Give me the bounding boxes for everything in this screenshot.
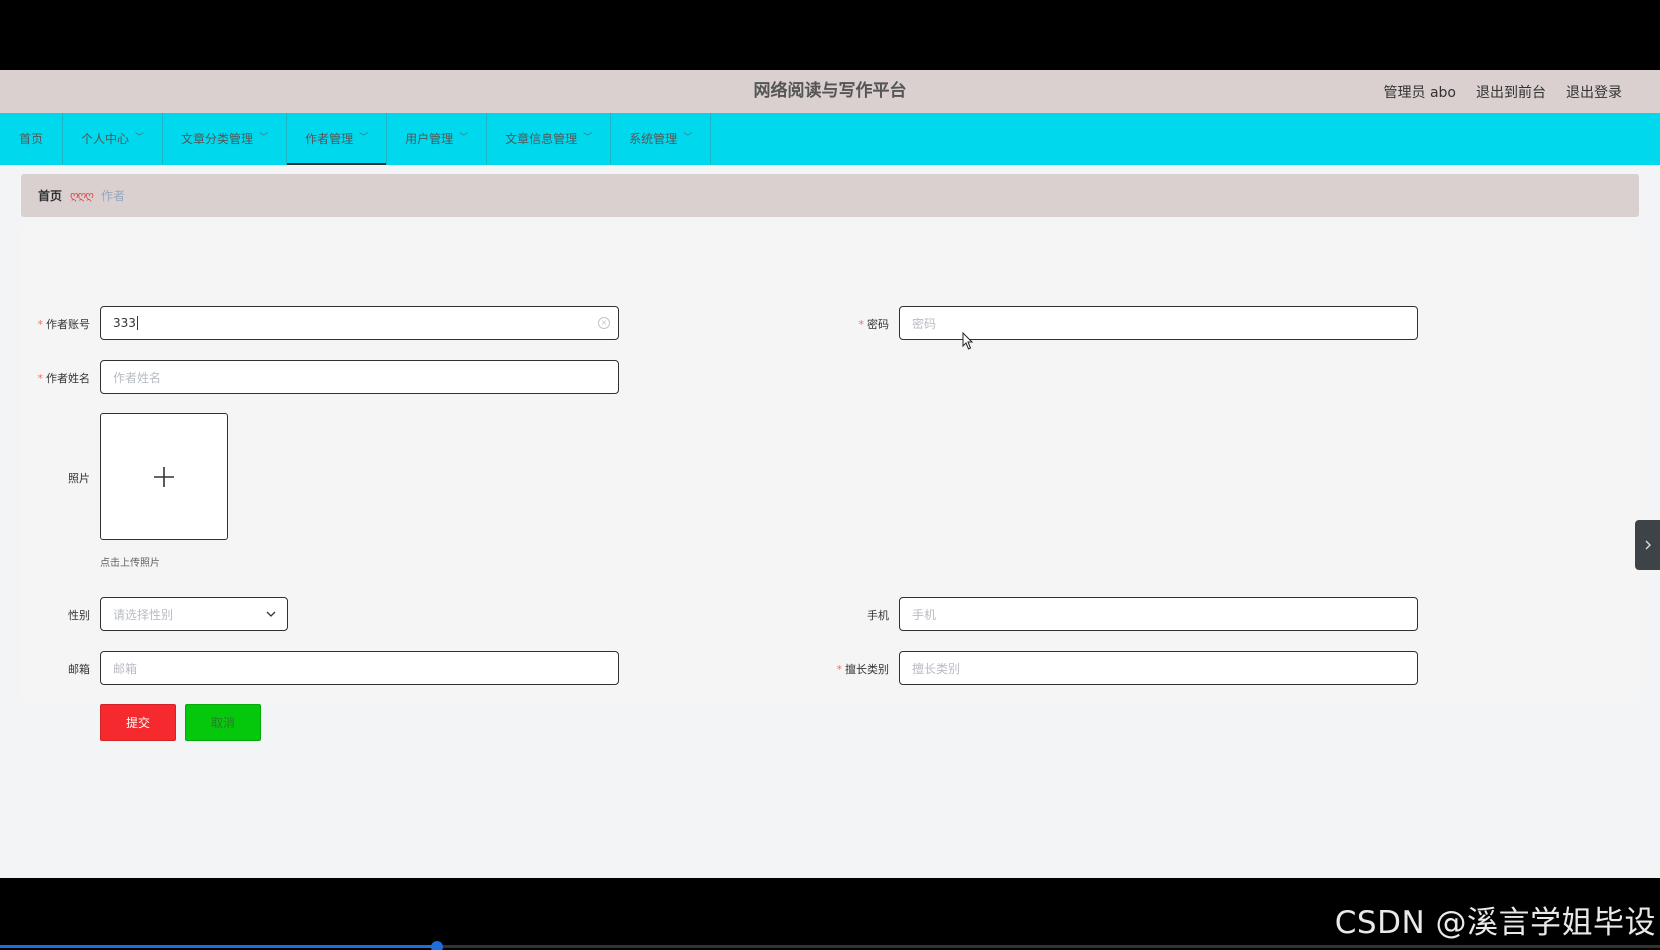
- gender-placeholder: 请选择性别: [113, 607, 174, 622]
- nav-item-label: 用户管理: [405, 132, 454, 146]
- nav-item-system-management[interactable]: 系统管理 ﹀: [611, 113, 712, 165]
- submit-button[interactable]: 提交: [100, 704, 176, 741]
- video-progress-knob[interactable]: [431, 941, 443, 950]
- nav-item-personal-center[interactable]: 个人中心 ﹀: [63, 113, 164, 165]
- csdn-watermark: CSDN @溪言学姐毕设: [1334, 905, 1656, 941]
- top-header: 网络阅读与写作平台 管理员 abo 退出到前台 退出登录: [0, 70, 1660, 113]
- chevron-down-icon: ﹀: [583, 133, 593, 143]
- nav-item-user-management[interactable]: 用户管理 ﹀: [387, 113, 488, 165]
- name-label: * 作者姓名: [10, 370, 91, 386]
- breadcrumb-current: 作者: [100, 189, 125, 203]
- email-label: 邮箱: [68, 663, 90, 676]
- chevron-right-icon: [1645, 540, 1651, 550]
- phone-input[interactable]: 手机: [899, 597, 1418, 631]
- nav-item-label: 作者管理: [305, 132, 354, 146]
- screen-frame: 网络阅读与写作平台 管理员 abo 退出到前台 退出登录 首页 个人中心 ﹀ 文…: [0, 0, 1660, 950]
- side-panel-toggle[interactable]: [1635, 520, 1660, 570]
- photo-upload-tip: 点击上传照片: [100, 558, 160, 569]
- chevron-down-icon: ﹀: [259, 133, 269, 143]
- nav-item-label: 文章分类管理: [181, 132, 254, 146]
- phone-placeholder: 手机: [912, 607, 937, 622]
- account-input-value: 333: [113, 316, 136, 330]
- account-label: * 作者账号: [10, 316, 91, 332]
- cancel-button[interactable]: 取消: [185, 704, 261, 741]
- nav-item-label: 首页: [19, 132, 44, 146]
- required-mark: *: [37, 318, 44, 331]
- chevron-down-icon: ﹀: [459, 133, 469, 143]
- gender-label: 性别: [68, 609, 90, 622]
- password-input[interactable]: 密码: [899, 306, 1418, 340]
- photo-label: 照片: [68, 472, 90, 485]
- exit-to-front-link[interactable]: 退出到前台: [1476, 82, 1546, 102]
- name-label-text: 作者姓名: [46, 372, 90, 385]
- chevron-down-icon: ﹀: [135, 133, 145, 143]
- account-label-text: 作者账号: [46, 318, 90, 331]
- password-placeholder: 密码: [912, 316, 937, 331]
- breadcrumb: 首页 ღღღ 作者: [21, 174, 1639, 217]
- main-nav: 首页 个人中心 ﹀ 文章分类管理 ﹀ 作者管理 ﹀ 用户管理 ﹀ 文章信息管理 …: [0, 113, 1660, 165]
- required-mark: *: [836, 663, 843, 676]
- nav-item-home[interactable]: 首页: [0, 113, 64, 165]
- password-label: * 密码: [809, 316, 890, 332]
- plus-icon: [154, 466, 174, 487]
- clear-icon[interactable]: ×: [598, 317, 610, 329]
- specialty-placeholder: 擅长类别: [912, 661, 961, 676]
- text-caret: [136, 316, 138, 330]
- required-mark: *: [858, 318, 865, 331]
- gender-select[interactable]: 请选择性别: [100, 597, 288, 631]
- logout-link[interactable]: 退出登录: [1566, 82, 1622, 102]
- password-label-text: 密码: [867, 318, 889, 331]
- nav-item-label: 个人中心: [81, 132, 130, 146]
- breadcrumb-home[interactable]: 首页: [38, 187, 62, 204]
- email-input[interactable]: 邮箱: [100, 651, 619, 685]
- email-placeholder: 邮箱: [113, 661, 138, 676]
- nav-item-article-management[interactable]: 文章信息管理 ﹀: [487, 113, 612, 165]
- required-mark: *: [37, 372, 44, 385]
- nav-item-label: 系统管理: [629, 132, 678, 146]
- mouse-cursor-icon: [962, 332, 974, 350]
- breadcrumb-separator-icon: ღღღ: [70, 189, 94, 202]
- video-progress-fill: [0, 945, 437, 948]
- phone-label: 手机: [867, 609, 889, 622]
- nav-item-author-management[interactable]: 作者管理 ﹀: [287, 113, 388, 165]
- specialty-input[interactable]: 擅长类别: [899, 651, 1418, 685]
- chevron-down-icon: [266, 611, 276, 617]
- chevron-down-icon: ﹀: [683, 133, 693, 143]
- header-user-area: 管理员 abo 退出到前台 退出登录: [1384, 70, 1622, 113]
- account-input[interactable]: 333 ×: [100, 306, 619, 340]
- specialty-label: * 擅长类别: [809, 661, 890, 677]
- name-placeholder: 作者姓名: [113, 370, 162, 385]
- nav-item-label: 文章信息管理: [505, 132, 578, 146]
- chevron-down-icon: ﹀: [359, 133, 369, 143]
- app-window: 网络阅读与写作平台 管理员 abo 退出到前台 退出登录 首页 个人中心 ﹀ 文…: [0, 70, 1660, 878]
- photo-upload-box[interactable]: [100, 413, 228, 540]
- nav-item-category-management[interactable]: 文章分类管理 ﹀: [163, 113, 288, 165]
- specialty-label-text: 擅长类别: [845, 663, 889, 676]
- admin-user-label: 管理员 abo: [1383, 84, 1456, 101]
- name-input[interactable]: 作者姓名: [100, 360, 619, 394]
